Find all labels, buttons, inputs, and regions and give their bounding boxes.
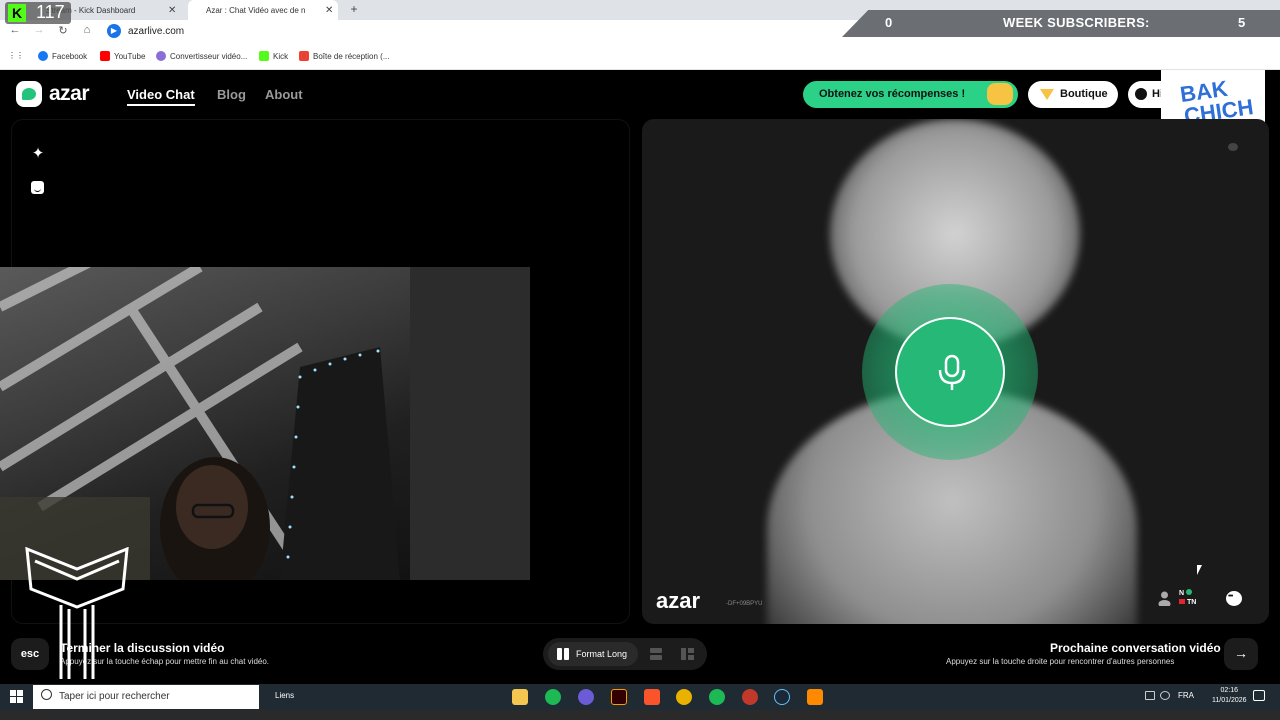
chrome-icon[interactable] — [676, 689, 692, 705]
bookmark-youtube[interactable]: YouTube — [100, 51, 145, 61]
clock-icon — [1135, 88, 1147, 100]
microphone-button[interactable] — [895, 317, 1005, 427]
partner-id: -DF+09BPYU — [726, 601, 763, 607]
kick-icon — [259, 51, 269, 61]
home-icon[interactable]: ⌂ — [80, 24, 94, 36]
azar-watermark: azar — [656, 588, 701, 613]
app-icon[interactable] — [807, 689, 823, 705]
gmail-icon — [299, 51, 309, 61]
forward-icon[interactable]: → — [32, 24, 46, 36]
next-chat-title: Prochaine conversation vidéo — [1050, 641, 1221, 655]
facebook-icon — [38, 51, 48, 61]
split-layout-icon — [557, 648, 569, 660]
streamer-emblem — [25, 547, 129, 679]
file-explorer-icon[interactable] — [512, 689, 528, 705]
effects-sparkle-icon[interactable]: ✦ — [29, 144, 47, 162]
azar-logo-icon[interactable] — [16, 81, 42, 107]
mouse-cursor-icon — [1197, 565, 1202, 575]
format-long-button[interactable]: Format Long — [548, 642, 638, 666]
close-icon[interactable]: ✕ — [325, 5, 333, 16]
search-icon — [41, 689, 52, 700]
volume-icon[interactable] — [1160, 691, 1170, 700]
bookmark-gmail[interactable]: Boîte de réception (... — [299, 51, 390, 61]
steam-icon[interactable] — [774, 689, 790, 705]
kick-logo-icon: K — [8, 4, 26, 22]
clock-date: 11/01/2026 — [1212, 697, 1247, 704]
recorder-icon[interactable] — [742, 689, 758, 705]
new-tab-button[interactable]: + — [347, 0, 361, 20]
report-icon[interactable] — [1228, 143, 1238, 151]
self-camera-feed — [0, 267, 530, 580]
youtube-icon — [100, 51, 110, 61]
viewer-count: 117 — [36, 2, 65, 22]
shop-label: Boutique — [1060, 88, 1108, 100]
microphone-icon — [938, 354, 966, 390]
discord-icon[interactable] — [578, 689, 594, 705]
bookmark-converter[interactable]: Convertisseur vidéo... — [156, 51, 247, 61]
clock[interactable]: 02:16 11/01/2026 — [1212, 686, 1247, 706]
next-arrow-button[interactable]: → — [1224, 638, 1258, 670]
overlay-week-label: WEEK SUBSCRIBERS: — [1003, 15, 1150, 30]
bookmark-facebook[interactable]: Facebook — [38, 51, 87, 61]
nav-about[interactable]: About — [265, 87, 303, 102]
partner-country-top: N — [1179, 590, 1185, 597]
nav-blog[interactable]: Blog — [217, 87, 246, 102]
nav-video-chat[interactable]: Video Chat — [127, 87, 195, 106]
overlay-week-subs: 5 — [1238, 15, 1246, 30]
apps-icon[interactable]: ⋮⋮ — [8, 51, 24, 60]
close-icon[interactable]: ✕ — [168, 5, 176, 16]
format-long-label: Format Long — [576, 649, 628, 659]
search-placeholder: Taper ici pour rechercher — [59, 691, 170, 702]
windows-start-icon[interactable] — [10, 690, 23, 703]
next-chat-description: Appuyez sur la touche droite pour rencon… — [946, 657, 1175, 666]
tab-azar[interactable]: Azar : Chat Vidéo avec de n ✕ — [188, 0, 338, 20]
input-language[interactable]: FRA — [1178, 691, 1194, 700]
bookmark-kick[interactable]: Kick — [259, 51, 288, 61]
notification-icon[interactable] — [1253, 690, 1265, 701]
gift-icon — [987, 83, 1013, 105]
spotify-alt-icon[interactable] — [709, 689, 725, 705]
azar-logo-text[interactable]: azar — [49, 82, 90, 106]
converter-icon — [156, 51, 166, 61]
url-field[interactable]: azarlive.com — [128, 26, 184, 37]
tab-label: Azar : Chat Vidéo avec de n — [206, 5, 306, 15]
tunisia-flag-icon — [1179, 599, 1185, 604]
reload-icon[interactable]: ↻ — [56, 24, 70, 37]
partner-country: N TN — [1179, 589, 1196, 607]
face-filter-icon[interactable] — [31, 181, 44, 194]
shop-button[interactable]: Boutique — [1028, 81, 1118, 108]
brave-icon[interactable] — [644, 689, 660, 705]
rewards-label: Obtenez vos récompenses ! — [819, 88, 966, 100]
rewards-button[interactable]: Obtenez vos récompenses ! — [803, 81, 1018, 108]
partner-country-code: TN — [1186, 599, 1197, 606]
screen-bottom-edge — [0, 710, 1280, 720]
chat-bubble-icon[interactable] — [1226, 591, 1242, 606]
network-icon[interactable] — [1145, 691, 1155, 700]
site-info-icon[interactable]: ▶ — [107, 24, 121, 38]
stacked-layout-icon[interactable] — [650, 648, 662, 660]
illustrator-icon[interactable] — [611, 689, 627, 705]
partner-avatar-icon[interactable] — [1158, 591, 1171, 606]
status-dot-icon — [1186, 589, 1193, 595]
back-icon[interactable]: ← — [8, 24, 22, 36]
links-toolbar[interactable]: Liens — [275, 691, 294, 700]
grid-layout-icon[interactable] — [681, 648, 694, 660]
clock-time: 02:16 — [1220, 687, 1239, 694]
spotify-icon[interactable] — [545, 689, 561, 705]
gem-icon — [1040, 89, 1054, 100]
overlay-sub-count: 0 — [885, 15, 893, 30]
